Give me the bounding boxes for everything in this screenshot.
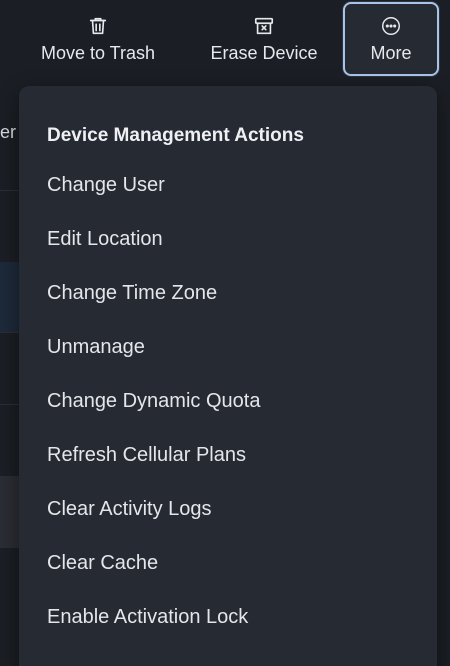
menu-section-header: Device Management Actions xyxy=(47,125,304,146)
menu-item-change-dynamic-quota[interactable]: Change Dynamic Quota xyxy=(19,378,437,424)
menu-item-change-user[interactable]: Change User xyxy=(19,162,437,208)
more-label: More xyxy=(370,42,412,63)
move-to-trash-label: Move to Trash xyxy=(40,42,156,63)
more-button[interactable]: More xyxy=(343,2,439,76)
erase-device-button[interactable]: Erase Device xyxy=(196,2,332,76)
toolbar: Move to Trash Erase Device More xyxy=(0,0,450,84)
page: er Move to Trash Erase Device More Devic… xyxy=(0,0,450,666)
menu-item-edit-location[interactable]: Edit Location xyxy=(19,216,437,262)
more-actions-menu: Device Management Actions Change User Ed… xyxy=(19,86,437,666)
background-column-header: er xyxy=(0,122,17,142)
menu-item-clear-cache[interactable]: Clear Cache xyxy=(19,540,437,586)
trash-icon xyxy=(87,15,109,37)
menu-item-clear-activity-logs[interactable]: Clear Activity Logs xyxy=(19,486,437,532)
menu-item-unmanage[interactable]: Unmanage xyxy=(19,324,437,370)
erase-box-icon xyxy=(253,15,275,37)
move-to-trash-button[interactable]: Move to Trash xyxy=(26,2,170,76)
erase-device-label: Erase Device xyxy=(210,42,318,63)
menu-item-change-time-zone[interactable]: Change Time Zone xyxy=(19,270,437,316)
ellipsis-circle-icon xyxy=(380,15,402,37)
menu-item-refresh-cellular-plans[interactable]: Refresh Cellular Plans xyxy=(19,432,437,478)
menu-item-enable-activation-lock[interactable]: Enable Activation Lock xyxy=(19,594,437,640)
